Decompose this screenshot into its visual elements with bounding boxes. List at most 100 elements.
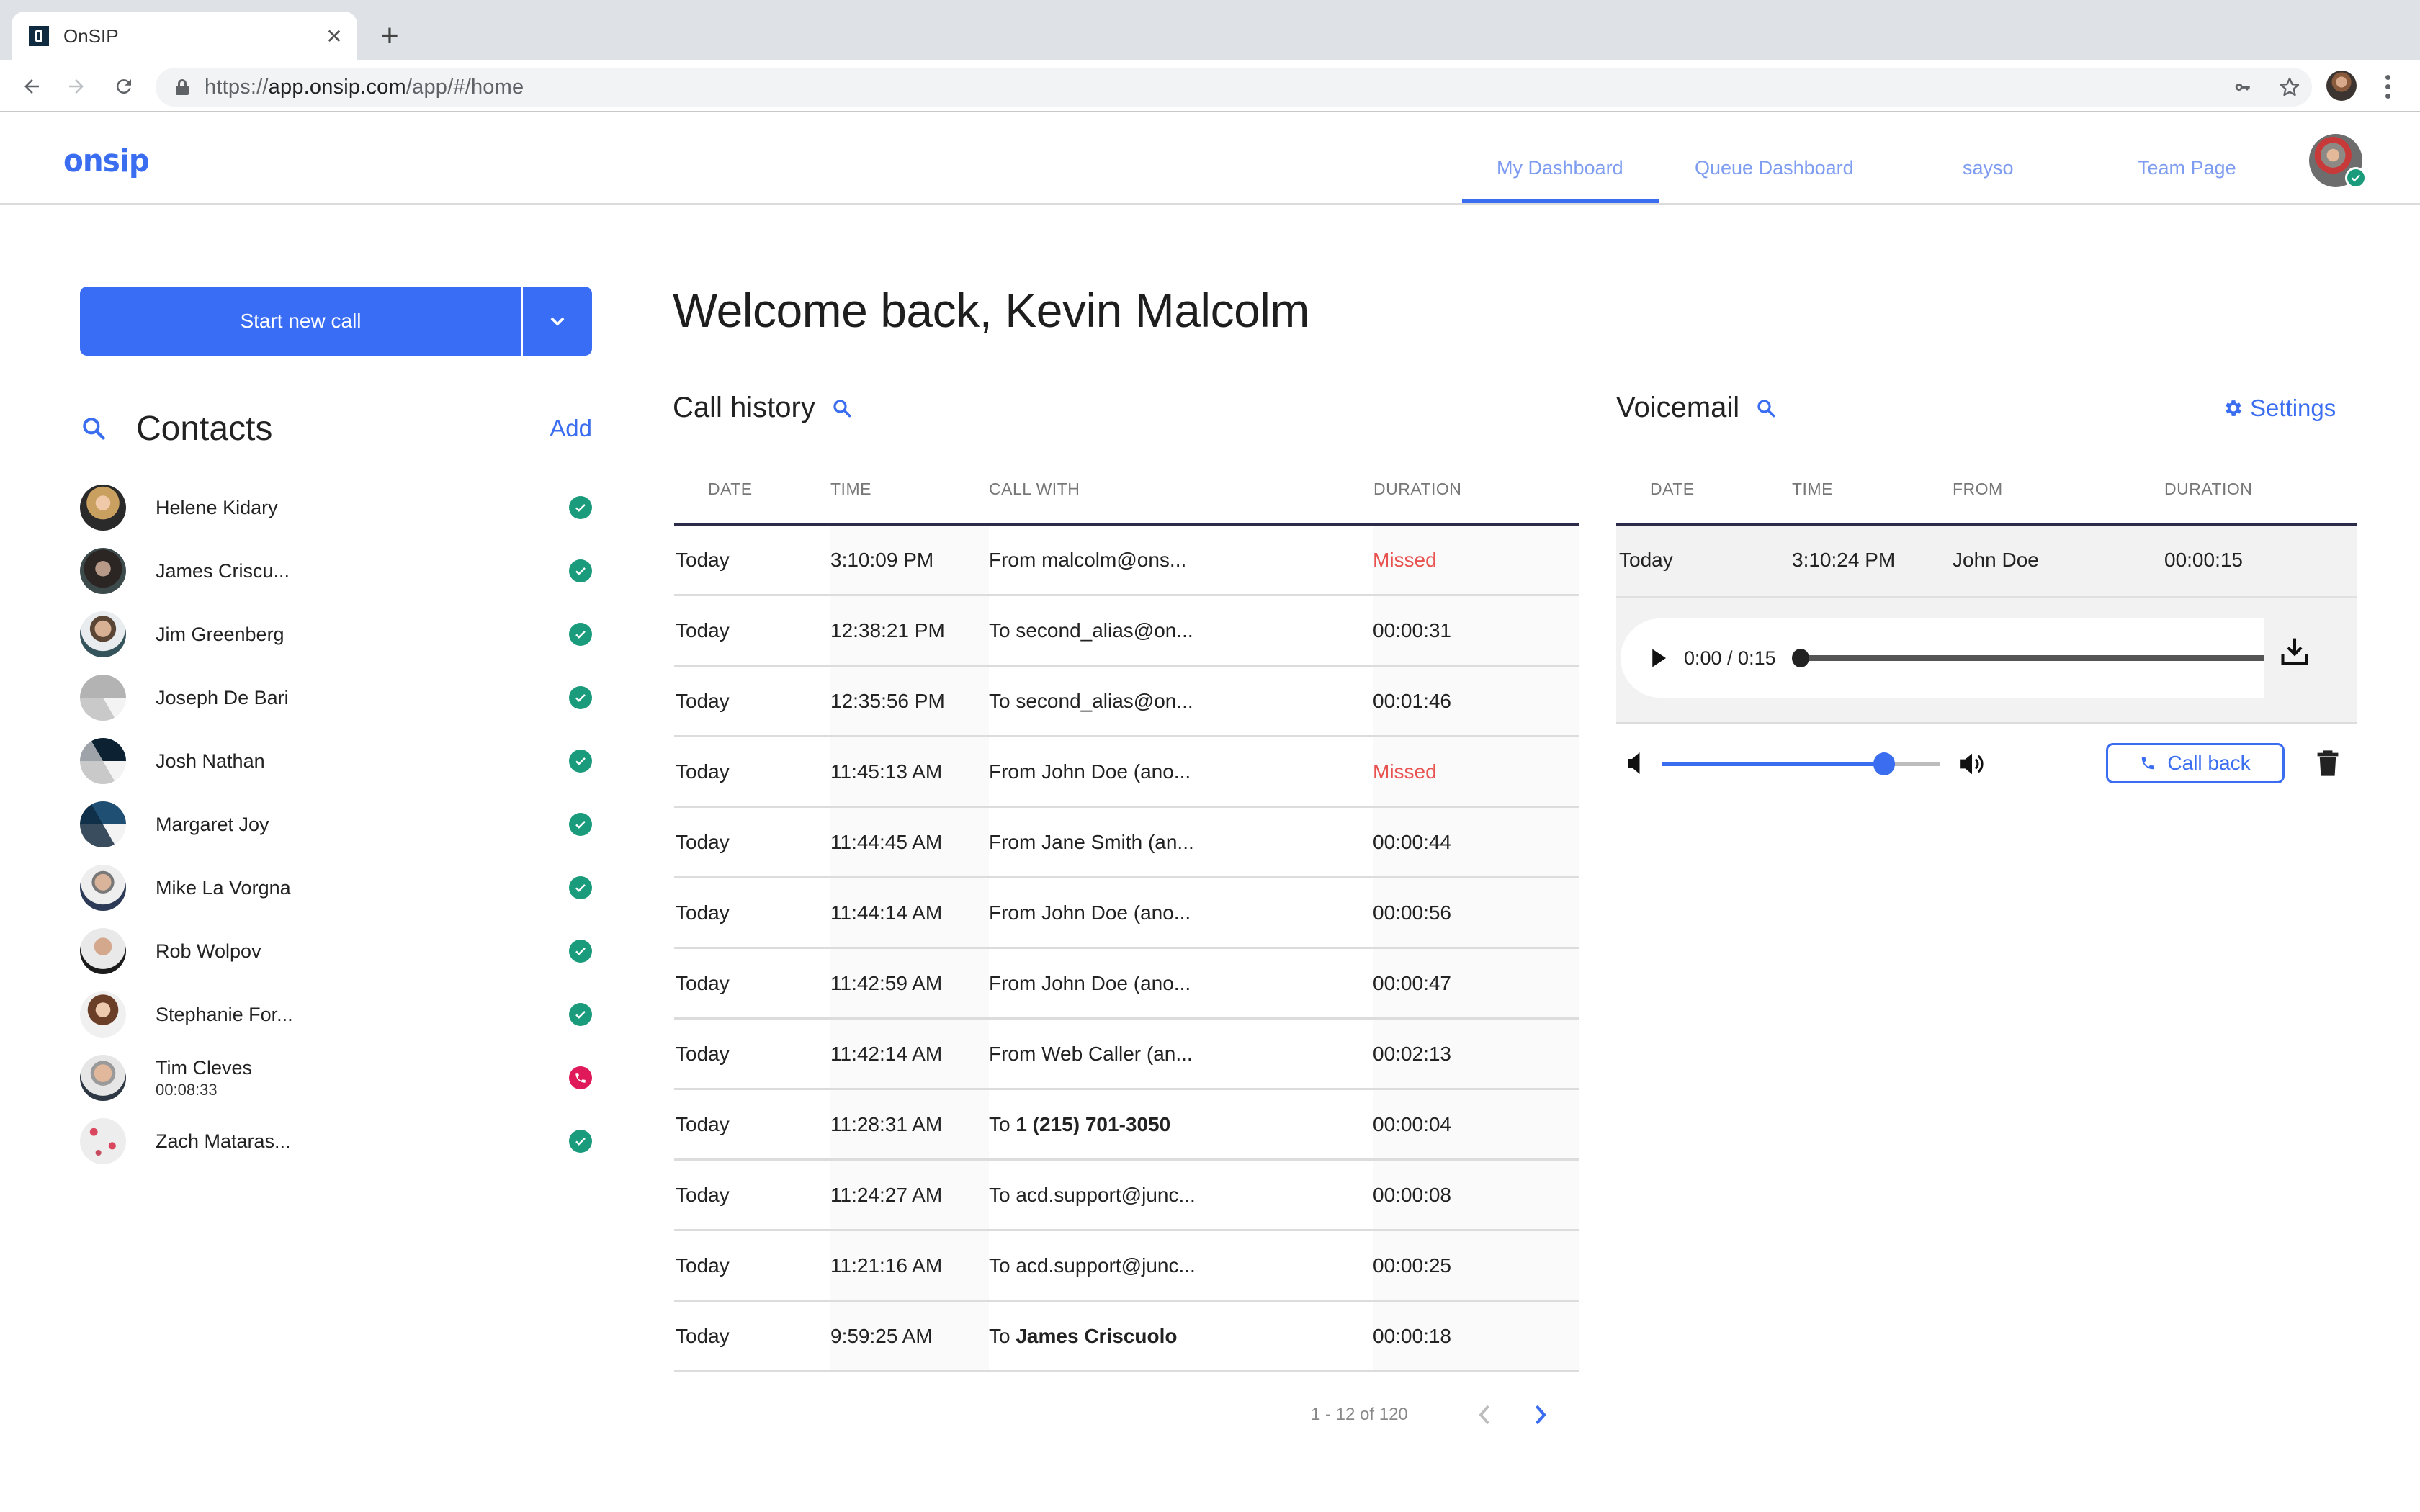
- contact-item[interactable]: Mike La Vorgna: [80, 856, 592, 919]
- contact-item[interactable]: James Criscu...: [80, 539, 592, 603]
- back-button[interactable]: [16, 71, 48, 102]
- voicemail-settings-link[interactable]: Settings: [2223, 395, 2336, 422]
- pagination: 1 - 12 of 120: [1311, 1397, 1558, 1433]
- download-icon[interactable]: [2279, 636, 2311, 667]
- table-row[interactable]: Today 11:44:14 AM From John Doe (ano... …: [674, 878, 1579, 949]
- call-party: acd.support@junc...: [1016, 1254, 1196, 1277]
- call-date: Today: [676, 689, 730, 712]
- settings-label: Settings: [2250, 395, 2336, 421]
- contact-item[interactable]: Jim Greenberg: [80, 603, 592, 666]
- volume-low-icon[interactable]: [1625, 750, 1644, 776]
- call-time: 11:44:14 AM: [830, 878, 989, 947]
- table-row[interactable]: Today 12:35:56 PM To second_alias@on... …: [674, 667, 1579, 737]
- close-tab-icon[interactable]: ✕: [320, 22, 349, 50]
- call-time: 11:28:31 AM: [830, 1090, 989, 1158]
- star-icon[interactable]: [2276, 73, 2303, 101]
- call-duration: 00:00:25: [1373, 1231, 1579, 1300]
- chevron-right-icon: [1535, 1405, 1546, 1425]
- add-contact-link[interactable]: Add: [550, 415, 592, 442]
- search-icon[interactable]: [80, 415, 107, 442]
- reload-button[interactable]: [108, 71, 140, 102]
- vm-duration: 00:00:15: [2164, 548, 2243, 571]
- table-row[interactable]: Today 11:28:31 AM To 1 (215) 701-3050 00…: [674, 1090, 1579, 1161]
- browser-menu-icon[interactable]: [2377, 71, 2398, 102]
- table-row[interactable]: Today 3:10:09 PM From malcolm@ons... Mis…: [674, 526, 1579, 596]
- arrow-right-icon: [69, 79, 84, 94]
- call-party[interactable]: James Criscuolo: [1016, 1325, 1177, 1348]
- call-date: Today: [676, 1112, 730, 1135]
- contact-item[interactable]: Zach Mataras...: [80, 1110, 592, 1173]
- column-header-call-with[interactable]: CALL WITH: [989, 480, 1080, 499]
- address-bar[interactable]: https://app.onsip.com/app/#/home: [156, 68, 2312, 107]
- browser-profile-avatar[interactable]: [2326, 71, 2357, 101]
- column-header-from[interactable]: FROM: [1953, 480, 2003, 499]
- volume-slider[interactable]: [1662, 752, 1940, 775]
- contact-item[interactable]: Rob Wolpov: [80, 919, 592, 983]
- contact-item[interactable]: Tim Cleves 00:08:33: [80, 1046, 592, 1110]
- contact-name: Helene Kidary: [156, 496, 278, 518]
- call-with: From John Doe (ano...: [989, 971, 1191, 994]
- audio-seek-bar[interactable]: [1791, 649, 2264, 667]
- table-row[interactable]: Today 11:45:13 AM From John Doe (ano... …: [674, 737, 1579, 808]
- contact-item[interactable]: Stephanie For...: [80, 983, 592, 1046]
- available-status-icon: [569, 1003, 592, 1026]
- voicemail-header: Voicemail: [1616, 392, 1777, 424]
- call-back-button[interactable]: Call back: [2106, 743, 2285, 783]
- call-time: 11:42:59 AM: [830, 949, 989, 1017]
- key-icon[interactable]: [2230, 73, 2257, 101]
- volume-handle[interactable]: [1873, 752, 1895, 775]
- voicemail-row[interactable]: Today 3:10:24 PM John Doe 00:00:15: [1616, 526, 2357, 596]
- start-new-call-button[interactable]: Start new call: [80, 287, 521, 356]
- call-party: Web Caller (an...: [1041, 1042, 1193, 1065]
- play-icon[interactable]: [1649, 647, 1668, 669]
- contact-item[interactable]: Josh Nathan: [80, 729, 592, 793]
- tab-team-page[interactable]: Team Page: [2138, 157, 2236, 179]
- tab-queue-dashboard[interactable]: Queue Dashboard: [1695, 157, 1854, 179]
- avatar: [80, 1118, 126, 1164]
- call-time: 11:45:13 AM: [830, 737, 989, 806]
- contact-item[interactable]: Joseph De Bari: [80, 666, 592, 729]
- contact-name: Tim Cleves: [156, 1056, 253, 1079]
- table-row[interactable]: Today 12:38:21 PM To second_alias@on... …: [674, 596, 1579, 667]
- call-party: John Doe (ano...: [1041, 901, 1191, 924]
- call-time: 9:59:25 AM: [830, 1302, 989, 1370]
- column-header-date[interactable]: DATE: [1650, 480, 1695, 499]
- check-icon: [575, 948, 586, 955]
- onsip-logo[interactable]: onsip: [63, 143, 150, 179]
- forward-button[interactable]: [60, 71, 92, 102]
- tab-my-dashboard[interactable]: My Dashboard: [1497, 157, 1623, 179]
- contact-item[interactable]: Margaret Joy: [80, 793, 592, 856]
- contact-name: Rob Wolpov: [156, 940, 261, 962]
- table-row[interactable]: Today 11:24:27 AM To acd.support@junc...…: [674, 1161, 1579, 1231]
- check-icon: [575, 1138, 586, 1146]
- new-tab-button[interactable]: +: [372, 18, 408, 53]
- search-icon[interactable]: [831, 397, 853, 419]
- table-row[interactable]: Today 11:42:59 AM From John Doe (ano... …: [674, 949, 1579, 1020]
- table-row[interactable]: Today 11:42:14 AM From Web Caller (an...…: [674, 1020, 1579, 1090]
- trash-icon[interactable]: [2316, 749, 2339, 778]
- column-header-duration[interactable]: DURATION: [1373, 480, 1461, 499]
- contact-text: James Criscu...: [156, 560, 290, 582]
- column-header-time[interactable]: TIME: [830, 480, 871, 499]
- call-party[interactable]: 1 (215) 701-3050: [1016, 1113, 1170, 1136]
- previous-page-button[interactable]: [1467, 1397, 1503, 1433]
- search-icon[interactable]: [1755, 397, 1777, 419]
- table-row[interactable]: Today 11:44:45 AM From Jane Smith (an...…: [674, 808, 1579, 878]
- volume-high-icon[interactable]: [1958, 750, 1986, 778]
- column-header-time[interactable]: TIME: [1792, 480, 1833, 499]
- call-date: Today: [676, 1183, 730, 1206]
- call-party: malcolm@ons...: [1041, 548, 1187, 571]
- column-header-duration[interactable]: DURATION: [2164, 480, 2252, 499]
- browser-tab[interactable]: OnSIP ✕: [12, 12, 357, 60]
- seek-handle[interactable]: [1791, 649, 1809, 667]
- call-date: Today: [676, 1042, 730, 1065]
- next-page-button[interactable]: [1522, 1397, 1558, 1433]
- call-with: To second_alias@on...: [989, 618, 1193, 642]
- call-options-dropdown[interactable]: [523, 287, 592, 356]
- table-row[interactable]: Today 11:21:16 AM To acd.support@junc...…: [674, 1231, 1579, 1302]
- contact-item[interactable]: Helene Kidary: [80, 476, 592, 539]
- call-with: From Jane Smith (an...: [989, 830, 1194, 853]
- tab-sayso[interactable]: sayso: [1963, 157, 2014, 179]
- column-header-date[interactable]: DATE: [708, 480, 753, 499]
- table-row[interactable]: Today 9:59:25 AM To James Criscuolo 00:0…: [674, 1302, 1579, 1372]
